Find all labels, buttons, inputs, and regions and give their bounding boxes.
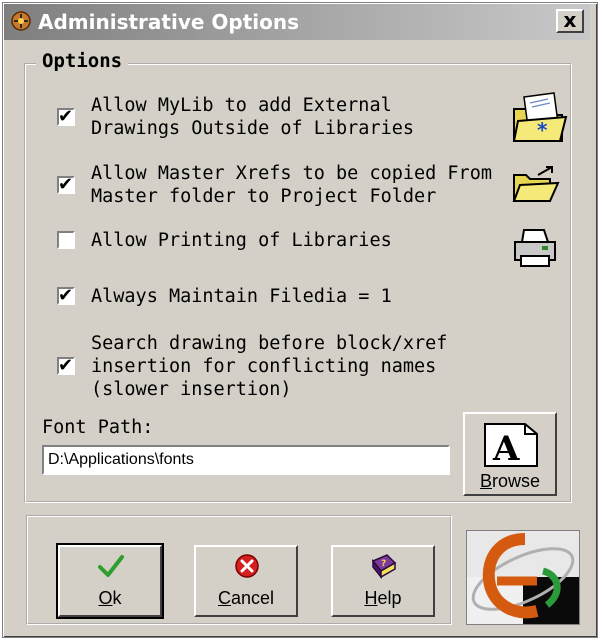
- help-button[interactable]: ? Help: [331, 545, 435, 617]
- font-file-icon: A: [484, 423, 538, 468]
- ok-button[interactable]: Ok: [56, 543, 164, 619]
- svg-text:A: A: [492, 429, 520, 468]
- option-maintain-filedia-label[interactable]: Always Maintain Filedia = 1: [91, 285, 392, 308]
- font-path-input[interactable]: D:\Applications\fonts: [42, 445, 450, 475]
- option-add-external-drawings-label[interactable]: Allow MyLib to add External Drawings Out…: [91, 94, 414, 140]
- open-folder-star-icon: *: [512, 92, 568, 142]
- option-copy-master-xrefs-checkbox[interactable]: ✔: [57, 174, 75, 195]
- folder-copy-icon: [512, 166, 560, 202]
- option-maintain-filedia-checkbox[interactable]: ✔: [57, 285, 75, 306]
- option-search-conflicting-names-checkbox[interactable]: ✔: [57, 355, 75, 376]
- window-title: Administrative Options: [38, 10, 300, 34]
- cancel-button[interactable]: Cancel: [194, 545, 298, 617]
- help-label: Help: [364, 588, 402, 608]
- close-button[interactable]: x: [556, 9, 584, 33]
- option-search-conflicting-names-label[interactable]: Search drawing before block/xref inserti…: [91, 332, 447, 401]
- app-logo-icon: [11, 11, 31, 31]
- printer-icon: [514, 229, 556, 267]
- svg-text:?: ?: [381, 559, 386, 569]
- logo-graphic: [467, 531, 579, 624]
- help-book-icon: ?: [371, 554, 397, 580]
- ok-label: Ok: [98, 588, 122, 608]
- checkmark-icon: [98, 555, 124, 577]
- browse-button[interactable]: A Browse: [463, 412, 557, 496]
- title-bar[interactable]: Administrative Options x: [4, 4, 590, 40]
- option-printing-of-libraries-checkbox[interactable]: [57, 231, 75, 249]
- font-path-label: Font Path:: [42, 417, 154, 438]
- option-printing-of-libraries-label[interactable]: Allow Printing of Libraries: [91, 229, 392, 252]
- option-add-external-drawings-checkbox[interactable]: ✔: [57, 106, 75, 127]
- options-group-label: Options: [36, 50, 129, 72]
- browse-label: Browse: [479, 471, 541, 491]
- cancel-label: Cancel: [217, 588, 275, 608]
- cancel-x-icon: [235, 554, 259, 578]
- company-logo: [466, 530, 580, 625]
- svg-text:*: *: [537, 118, 548, 142]
- option-copy-master-xrefs-label[interactable]: Allow Master Xrefs to be copied From Mas…: [91, 162, 492, 208]
